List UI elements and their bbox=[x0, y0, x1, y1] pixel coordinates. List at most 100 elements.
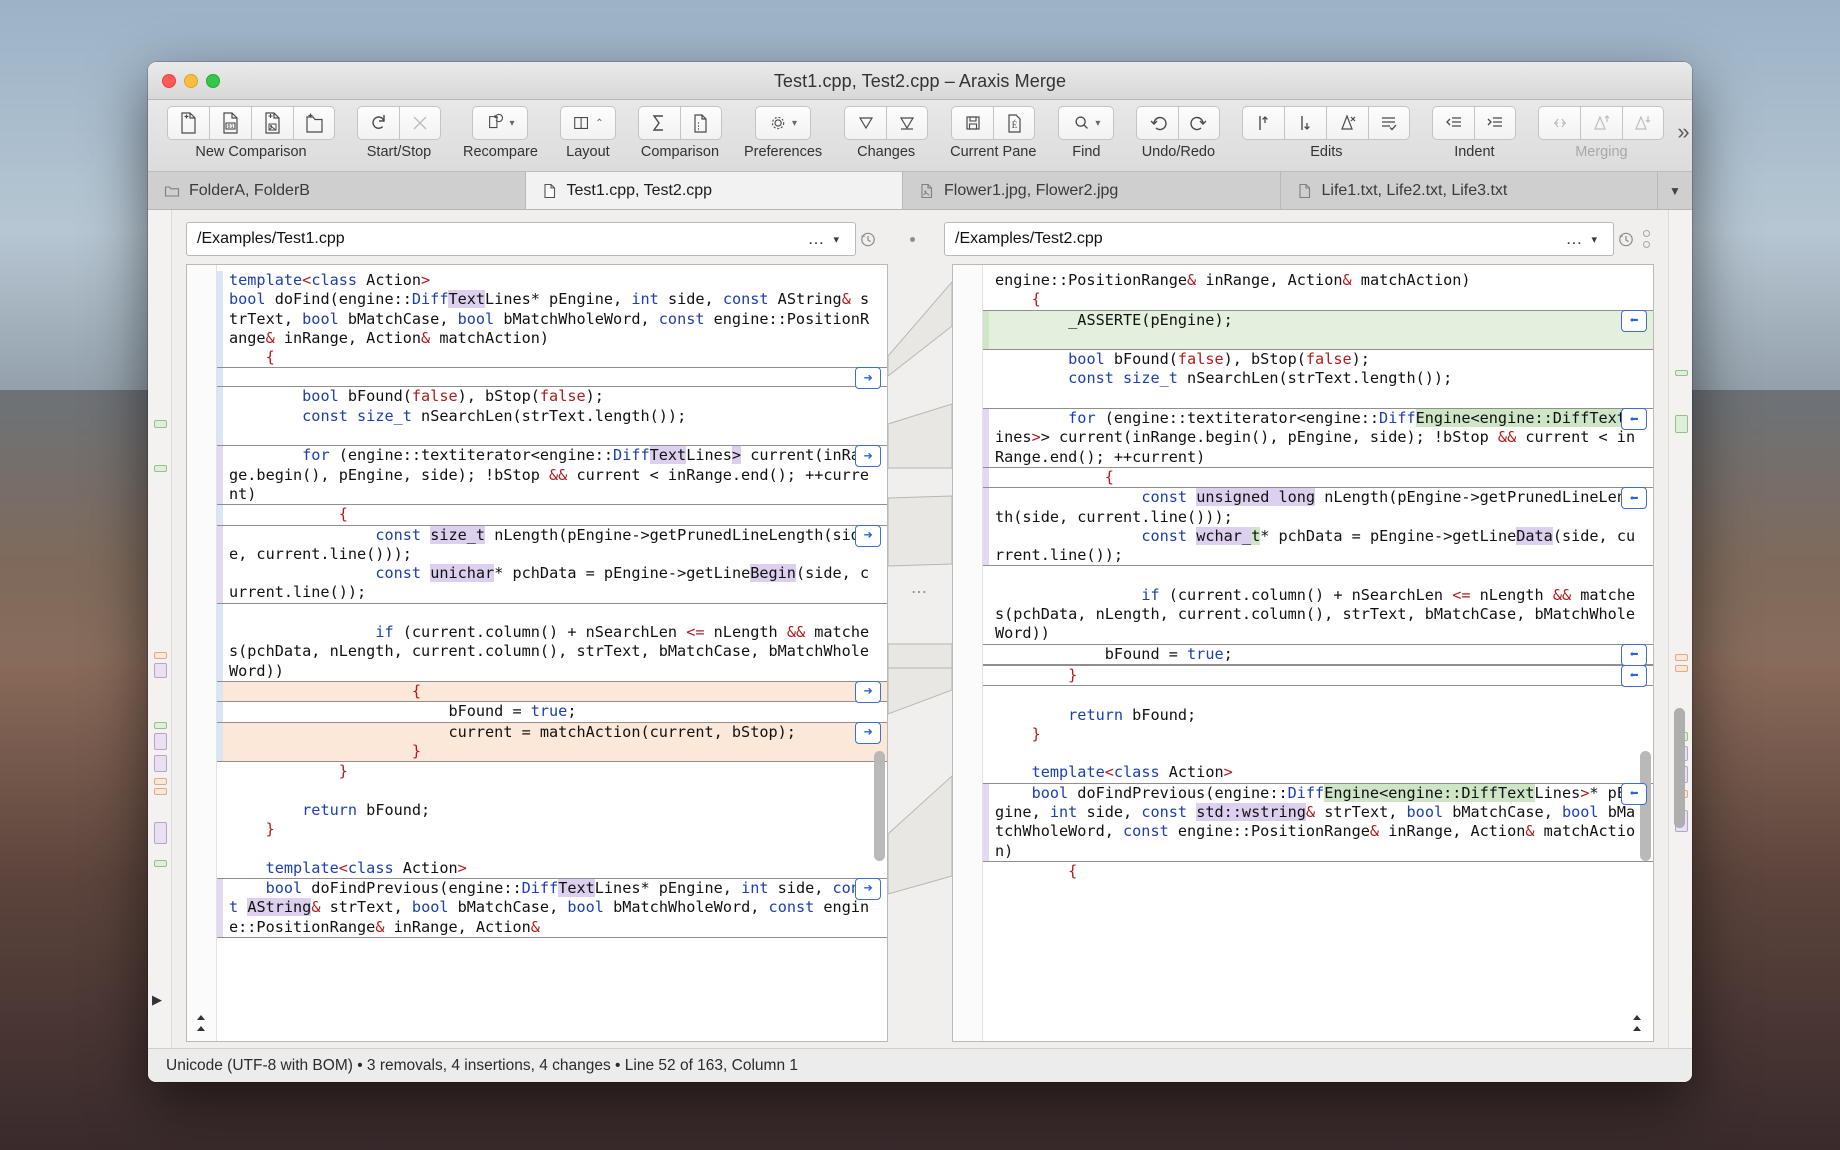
stepper-icon[interactable]: ⌃ bbox=[595, 118, 603, 129]
code-block: } return bFound; } template<class Action… bbox=[217, 762, 887, 878]
encoding-icon[interactable]: É bbox=[993, 106, 1035, 140]
right-path-field[interactable]: /Examples/Test2.cpp … ▾ bbox=[944, 222, 1614, 256]
overview-marker[interactable] bbox=[154, 663, 167, 678]
overview-scrollbar[interactable] bbox=[1674, 708, 1685, 828]
toolbar-label-edits: Edits bbox=[1310, 144, 1342, 160]
overview-marker[interactable] bbox=[154, 652, 167, 659]
left-path-field[interactable]: /Examples/Test1.cpp … ▾ bbox=[186, 222, 856, 256]
tab-flower-jpg[interactable]: Flower1.jpg, Flower2.jpg bbox=[903, 172, 1281, 209]
left-pane-scrollbar[interactable] bbox=[874, 751, 885, 861]
chevron-down-icon[interactable]: ▾ bbox=[509, 118, 514, 129]
merge-right-arrow[interactable]: ➜ bbox=[855, 722, 881, 744]
gear-icon[interactable]: ▾ bbox=[755, 106, 811, 140]
merge-right-arrow[interactable]: ➜ bbox=[855, 525, 881, 547]
left-pane-nav-buttons[interactable] bbox=[193, 1011, 209, 1037]
sigma-icon[interactable] bbox=[638, 106, 680, 140]
merge-left-arrow[interactable]: ⬅ bbox=[1621, 408, 1647, 430]
tab-bar: FolderA, FolderB Test1.cpp, Test2.cpp Fl… bbox=[148, 172, 1692, 210]
right-code-view[interactable]: engine::PositionRange& inRange, Action& … bbox=[983, 265, 1653, 1041]
merge-left-arrow[interactable]: ⬅ bbox=[1621, 310, 1647, 332]
left-change-overview-rail[interactable]: ▶ bbox=[148, 210, 172, 1048]
overview-marker[interactable] bbox=[154, 788, 167, 795]
chevron-down-icon[interactable]: ▾ bbox=[792, 118, 797, 129]
overview-marker[interactable] bbox=[1675, 415, 1688, 433]
right-diff-pane[interactable]: engine::PositionRange& inRange, Action& … bbox=[952, 264, 1654, 1042]
right-history-clock-icon[interactable] bbox=[1614, 230, 1638, 248]
tab-label: Flower1.jpg, Flower2.jpg bbox=[944, 182, 1118, 200]
left-path-caret-icon[interactable]: ▾ bbox=[831, 233, 847, 246]
merge-right-arrow[interactable]: ➜ bbox=[855, 367, 881, 389]
report-icon[interactable] bbox=[680, 106, 722, 140]
left-gutter[interactable] bbox=[187, 265, 217, 1041]
expand-left-rail-icon[interactable]: ▶ bbox=[152, 992, 162, 1008]
redo-icon[interactable] bbox=[1178, 106, 1220, 140]
right-path-caret-icon[interactable]: ▾ bbox=[1589, 233, 1605, 246]
merge-left-arrow[interactable]: ⬅ bbox=[1621, 665, 1647, 687]
left-diff-pane[interactable]: template<class Action> bool doFind(engin… bbox=[186, 264, 888, 1042]
right-pane-scrollbar[interactable] bbox=[1640, 751, 1651, 861]
left-code-view[interactable]: template<class Action> bool doFind(engin… bbox=[217, 265, 887, 1041]
merge-right-arrow[interactable]: ➜ bbox=[855, 445, 881, 467]
pane-connector: ⋯ bbox=[888, 264, 952, 1042]
move-up-icon[interactable] bbox=[1242, 106, 1284, 140]
first-change-icon bbox=[1629, 1011, 1645, 1023]
svg-text:01: 01 bbox=[227, 124, 233, 130]
apply-edits-icon[interactable] bbox=[1368, 106, 1410, 140]
overview-marker[interactable] bbox=[154, 755, 167, 772]
overview-marker[interactable] bbox=[154, 860, 167, 867]
tab-overflow-button[interactable]: ▼ bbox=[1658, 172, 1692, 209]
left-path-text: /Examples/Test1.cpp bbox=[197, 230, 801, 248]
collapse-changes-icon[interactable] bbox=[886, 106, 928, 140]
overview-marker[interactable] bbox=[1675, 665, 1688, 672]
indent-icon[interactable] bbox=[1474, 106, 1516, 140]
recompare-icon[interactable]: ▾ bbox=[472, 106, 528, 140]
new-image-comparison-icon[interactable] bbox=[251, 106, 293, 140]
pane-sync-handles[interactable] bbox=[1638, 230, 1654, 248]
overview-marker[interactable] bbox=[1675, 370, 1688, 376]
merge-right-arrow[interactable]: ➜ bbox=[855, 681, 881, 703]
code-block-change: bFound = true; ⬅ bbox=[983, 644, 1653, 665]
right-change-overview-rail[interactable] bbox=[1668, 210, 1692, 1048]
code-block: bFound = true; bbox=[217, 702, 887, 721]
toolbar-label-new-comparison: New Comparison bbox=[195, 144, 306, 160]
expand-changes-icon[interactable] bbox=[844, 106, 886, 140]
merge-left-arrow[interactable]: ⬅ bbox=[1621, 783, 1647, 805]
move-down-icon[interactable] bbox=[1284, 106, 1326, 140]
chevron-down-icon[interactable]: ▾ bbox=[1095, 118, 1100, 129]
undo-icon[interactable] bbox=[1136, 106, 1178, 140]
overview-marker[interactable] bbox=[154, 733, 167, 750]
overview-marker[interactable] bbox=[154, 465, 167, 472]
toolbar-label-merging: Merging bbox=[1575, 144, 1627, 160]
code-block-change: bool doFindPrevious(engine::DiffTextLine… bbox=[217, 878, 887, 938]
new-file-comparison-icon[interactable] bbox=[167, 106, 209, 140]
right-path-menu-button[interactable]: … bbox=[1559, 229, 1589, 249]
code-block: bool bFound(false), bStop(false); const … bbox=[983, 350, 1653, 408]
right-pane-nav-buttons[interactable] bbox=[1629, 1011, 1645, 1037]
overview-marker[interactable] bbox=[1675, 654, 1688, 661]
merge-left-arrow[interactable]: ⬅ bbox=[1621, 644, 1647, 666]
layout-icon[interactable]: ⌃ bbox=[560, 106, 616, 140]
overview-marker[interactable] bbox=[154, 722, 167, 729]
search-icon[interactable]: ▾ bbox=[1058, 106, 1114, 140]
right-gutter[interactable] bbox=[953, 265, 983, 1041]
toolbar-group-undo-redo: Undo/Redo bbox=[1129, 106, 1227, 160]
overview-marker[interactable] bbox=[154, 778, 167, 785]
overview-marker[interactable] bbox=[154, 420, 167, 428]
overview-marker[interactable] bbox=[154, 822, 167, 844]
toolbar-overflow-button[interactable]: » bbox=[1671, 119, 1692, 159]
tab-folder-comparison[interactable]: FolderA, FolderB bbox=[148, 172, 526, 209]
toolbar-label-layout: Layout bbox=[566, 144, 610, 160]
tab-life-txt[interactable]: Life1.txt, Life2.txt, Life3.txt bbox=[1281, 172, 1659, 209]
clear-edits-icon[interactable] bbox=[1326, 106, 1368, 140]
left-history-clock-icon[interactable] bbox=[856, 230, 880, 248]
new-folder-comparison-icon[interactable] bbox=[293, 106, 335, 140]
left-path-menu-button[interactable]: … bbox=[801, 229, 831, 249]
comparison-body: ▶ /Examples/Test1.cpp … ▾ /Examples/Test… bbox=[148, 210, 1692, 1048]
merge-right-arrow[interactable]: ➜ bbox=[855, 878, 881, 900]
new-binary-comparison-icon[interactable]: 01 bbox=[209, 106, 251, 140]
save-icon[interactable] bbox=[951, 106, 993, 140]
tab-test-cpp[interactable]: Test1.cpp, Test2.cpp bbox=[526, 172, 904, 209]
outdent-icon[interactable] bbox=[1432, 106, 1474, 140]
refresh-icon[interactable] bbox=[357, 106, 399, 140]
merge-left-arrow[interactable]: ⬅ bbox=[1621, 487, 1647, 509]
